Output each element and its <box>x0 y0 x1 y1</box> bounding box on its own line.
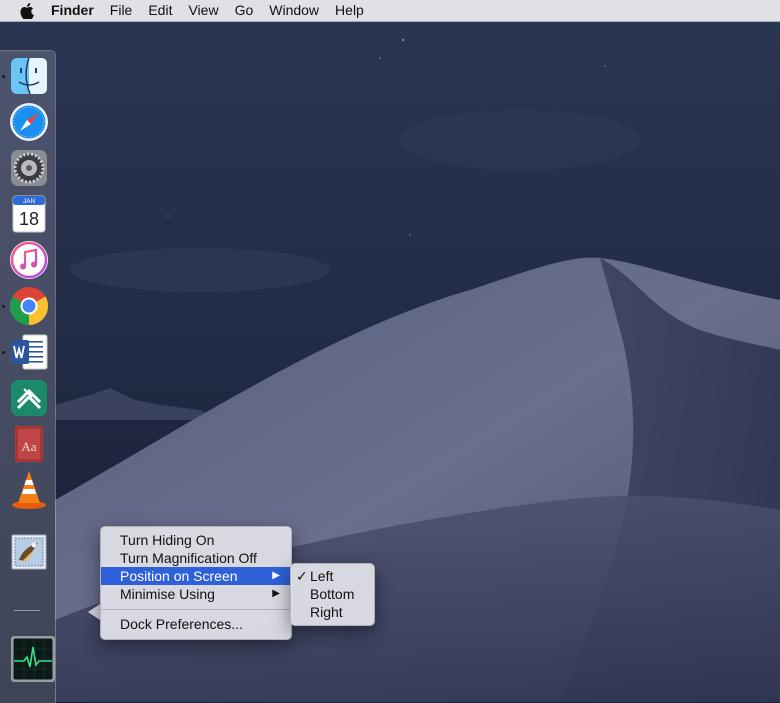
calendar-day: 18 <box>19 209 39 229</box>
chrome-icon[interactable] <box>8 285 50 327</box>
app-icon[interactable] <box>8 377 50 419</box>
dock-separator <box>14 610 40 611</box>
menu-item-position-on-screen[interactable]: Position on Screen ▶ <box>101 567 291 585</box>
apple-menu-icon[interactable] <box>17 0 37 21</box>
activity-monitor-icon[interactable] <box>10 635 56 683</box>
submenu-arrow-icon: ▶ <box>272 570 280 581</box>
menu-item-minimise-label: Minimise Using <box>120 586 215 602</box>
dock: JAN 18 Aa <box>0 50 56 703</box>
dictionary-icon[interactable]: Aa <box>8 423 50 465</box>
menu-go[interactable]: Go <box>227 0 262 21</box>
menu-pointer <box>88 604 100 620</box>
submenu-item-left-label: Left <box>310 568 334 584</box>
running-indicator <box>2 351 5 354</box>
menu-item-preferences-label: Dock Preferences... <box>120 616 243 632</box>
menu-item-magnification[interactable]: Turn Magnification Off <box>101 549 291 567</box>
menu-item-minimise-using[interactable]: Minimise Using ▶ <box>101 585 291 603</box>
calendar-month: JAN <box>23 198 36 205</box>
menu-file[interactable]: File <box>102 0 141 21</box>
checkmark-icon: ✓ <box>296 568 308 584</box>
submenu-item-left[interactable]: ✓ Left <box>291 567 374 585</box>
submenu-item-bottom-label: Bottom <box>310 586 355 602</box>
menu-window[interactable]: Window <box>261 0 327 21</box>
system-preferences-icon[interactable] <box>8 147 50 189</box>
menu-item-magnification-label: Turn Magnification Off <box>120 550 257 566</box>
menu-item-position-label: Position on Screen <box>120 568 238 584</box>
menu-item-hiding-label: Turn Hiding On <box>120 532 215 548</box>
menu-bar: Finder File Edit View Go Window Help <box>0 0 780 22</box>
submenu-arrow-icon: ▶ <box>272 588 280 599</box>
menu-separator <box>101 609 291 610</box>
position-submenu: ✓ Left Bottom Right <box>290 563 375 626</box>
menu-edit[interactable]: Edit <box>140 0 180 21</box>
submenu-item-bottom[interactable]: Bottom <box>291 585 374 603</box>
menu-help[interactable]: Help <box>327 0 372 21</box>
dictionary-label: Aa <box>21 439 36 454</box>
safari-icon[interactable] <box>8 101 50 143</box>
itunes-icon[interactable] <box>8 239 50 281</box>
calendar-icon[interactable]: JAN 18 <box>8 193 50 235</box>
running-indicator <box>2 75 5 78</box>
finder-icon[interactable] <box>8 55 50 97</box>
running-indicator <box>2 305 5 308</box>
menu-item-dock-preferences[interactable]: Dock Preferences... <box>101 615 291 633</box>
menu-app-name[interactable]: Finder <box>43 0 102 21</box>
menu-item-hiding[interactable]: Turn Hiding On <box>101 531 291 549</box>
submenu-item-right-label: Right <box>310 604 343 620</box>
vlc-icon[interactable] <box>8 469 50 511</box>
menu-view[interactable]: View <box>180 0 226 21</box>
word-icon[interactable] <box>8 331 50 373</box>
dock-context-menu: Turn Hiding On Turn Magnification Off Po… <box>100 526 292 640</box>
mail-icon[interactable] <box>8 531 50 573</box>
submenu-item-right[interactable]: Right <box>291 603 374 621</box>
